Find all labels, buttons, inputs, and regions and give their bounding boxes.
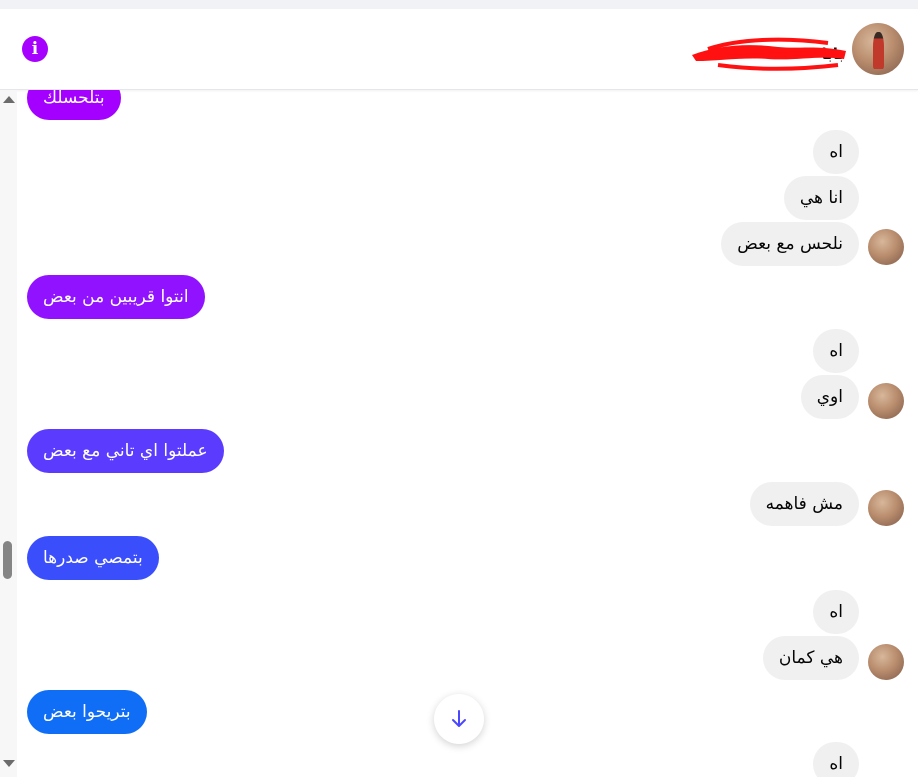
sender-avatar[interactable] — [868, 383, 904, 419]
message-bubble[interactable]: نلحس مع بعض — [721, 222, 859, 266]
message-list: بتلحسلك اه انا هي نلحس مع بعض انتوا قريب… — [17, 90, 918, 777]
message-bubble[interactable]: مش فاهمه — [749, 482, 859, 526]
window-top-strip — [0, 0, 918, 9]
message-bubble[interactable]: اه — [813, 130, 859, 174]
message-bubble[interactable]: اه — [813, 590, 859, 634]
message-bubble[interactable]: اه — [813, 329, 859, 373]
conversation-header: i بابا — [0, 9, 918, 90]
scroll-down-arrow-icon[interactable] — [3, 760, 15, 767]
arrow-down-icon — [452, 710, 466, 727]
message-bubble[interactable]: عملتوا اي تاني مع بعض — [27, 429, 224, 473]
sender-avatar[interactable] — [868, 490, 904, 526]
message-bubble[interactable]: اه — [813, 742, 859, 777]
scrollbar-thumb[interactable] — [3, 541, 12, 579]
message-bubble[interactable]: انا هي — [783, 176, 859, 220]
message-bubble[interactable]: هي كمان — [762, 636, 859, 680]
message-bubble[interactable]: اوي — [800, 375, 859, 419]
message-bubble[interactable]: بتمصي صدرها — [27, 536, 159, 580]
contact-avatar[interactable] — [852, 23, 904, 75]
sender-avatar[interactable] — [868, 229, 904, 265]
message-bubble[interactable]: بتلحسلك — [27, 90, 121, 120]
scrollbar[interactable] — [0, 90, 17, 777]
info-icon[interactable]: i — [22, 36, 48, 62]
sender-avatar[interactable] — [868, 644, 904, 680]
scroll-to-bottom-button[interactable] — [434, 694, 484, 744]
message-bubble[interactable]: بتريحوا بعض — [27, 690, 147, 734]
scroll-up-arrow-icon[interactable] — [3, 96, 15, 103]
redaction-scribble — [692, 37, 846, 71]
message-bubble[interactable]: انتوا قريبين من بعض — [27, 275, 205, 319]
